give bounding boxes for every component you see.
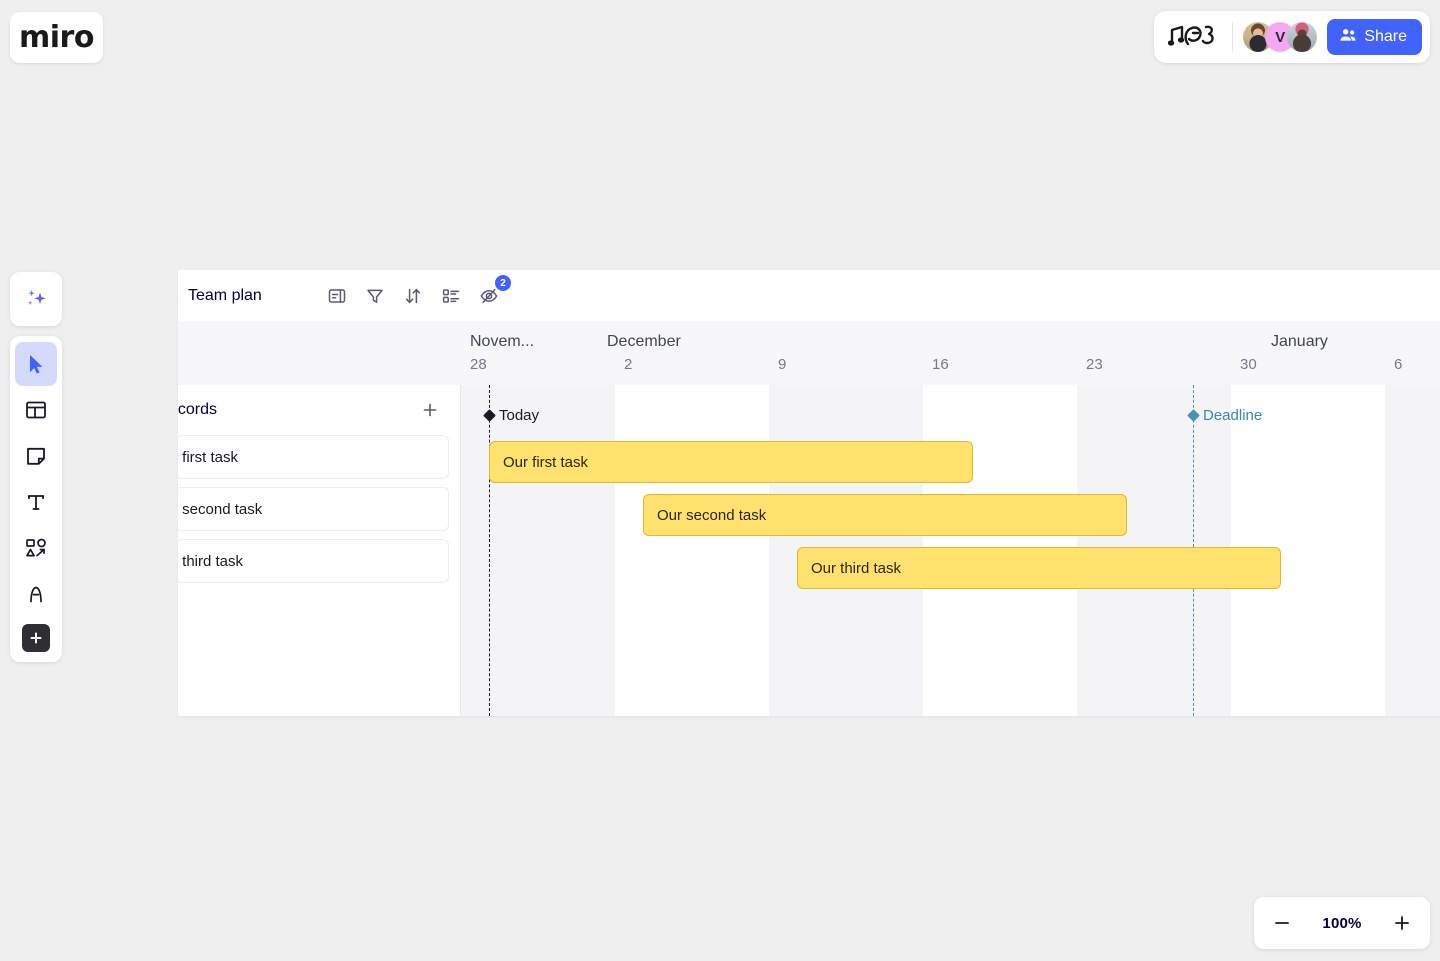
- list-item[interactable]: r first task: [178, 435, 449, 479]
- main-tool-rail: [10, 336, 62, 662]
- share-label: Share: [1364, 28, 1407, 45]
- add-record-button[interactable]: [420, 400, 440, 420]
- day-label: 6: [1394, 356, 1403, 373]
- gantt-bar[interactable]: Our third task: [797, 547, 1281, 589]
- grid-column: [1385, 385, 1440, 716]
- avatar-initial: V: [1275, 28, 1286, 46]
- shapes-icon[interactable]: [15, 526, 57, 570]
- scale-column: 6: [1385, 323, 1440, 385]
- text-icon[interactable]: [15, 480, 57, 524]
- record-label: r second task: [178, 500, 263, 518]
- people-icon: [1339, 26, 1357, 49]
- timeline-scale: Novem... 28 December 2 9 16 23 January 3…: [178, 323, 1440, 386]
- widget-header: Team plan 2: [178, 270, 1440, 323]
- scale-column: 23: [1077, 323, 1231, 385]
- widget-title: Team plan: [188, 287, 262, 304]
- scale-column: Novem... 28: [461, 323, 615, 385]
- avatar-group: V: [1243, 22, 1318, 52]
- record-label: r first task: [178, 448, 239, 466]
- zoom-control: 100%: [1254, 897, 1430, 949]
- avatar[interactable]: [1287, 22, 1318, 52]
- collaboration-bar: V Share: [1154, 11, 1430, 63]
- group-fields-icon[interactable]: [438, 283, 464, 309]
- grid-column: [461, 385, 615, 716]
- deadline-marker-label: Deadline: [1203, 407, 1263, 424]
- miro-wordmark: miro: [19, 19, 94, 55]
- zoom-out-button[interactable]: [1270, 911, 1294, 935]
- sticky-note-icon[interactable]: [15, 434, 57, 478]
- day-label: 16: [932, 356, 949, 373]
- list-item[interactable]: r second task: [178, 487, 449, 531]
- day-label: 28: [470, 356, 487, 373]
- filter-icon[interactable]: [362, 283, 388, 309]
- ai-tool-rail: [10, 272, 62, 326]
- scale-column: 16: [923, 323, 1077, 385]
- month-label: December: [607, 333, 681, 350]
- month-label: January: [1271, 333, 1328, 350]
- card-view-icon[interactable]: [324, 283, 350, 309]
- gantt-bar-label: Our third task: [811, 559, 902, 577]
- divider: [1232, 22, 1234, 52]
- records-title: ecords: [178, 401, 218, 418]
- day-label: 2: [624, 356, 633, 373]
- hide-fields-icon[interactable]: 2: [476, 275, 511, 309]
- records-pane: ecords r first task r second task r thir…: [178, 385, 461, 716]
- scale-column: 9: [769, 323, 923, 385]
- grid-column: [615, 385, 769, 716]
- gantt-chart: Today Deadline Our first task Our second…: [461, 385, 1440, 716]
- cursor-select-icon[interactable]: [15, 342, 57, 386]
- more-apps-plus-icon[interactable]: [22, 624, 50, 652]
- day-label: 30: [1240, 356, 1257, 373]
- hide-fields-badge: 2: [495, 275, 511, 291]
- day-label: 9: [778, 356, 787, 373]
- zoom-in-button[interactable]: [1390, 911, 1414, 935]
- timeline-widget: Team plan 2 Novem... 28 December 2 9 16 …: [178, 270, 1440, 716]
- miro-logo[interactable]: miro: [10, 12, 103, 63]
- widget-body: ecords r first task r second task r thir…: [178, 385, 1440, 716]
- zoom-level-label: 100%: [1322, 914, 1362, 932]
- pen-draw-icon[interactable]: [15, 572, 57, 616]
- music-notes-doodle-icon[interactable]: [1166, 20, 1222, 54]
- gantt-bar[interactable]: Our second task: [643, 494, 1127, 536]
- sparkle-ai-icon[interactable]: [15, 277, 57, 321]
- scale-column: January 30: [1231, 323, 1385, 385]
- list-item[interactable]: r third task: [178, 539, 449, 583]
- templates-frame-icon[interactable]: [15, 388, 57, 432]
- scale-column: December 2: [607, 323, 769, 385]
- sort-icon[interactable]: [400, 283, 426, 309]
- today-marker-line: [489, 385, 490, 716]
- scale-left-pad: [178, 323, 461, 385]
- widget-toolbar: 2: [324, 275, 511, 309]
- gantt-bar[interactable]: Our first task: [489, 441, 973, 483]
- record-label: r third task: [178, 552, 244, 570]
- share-button[interactable]: Share: [1327, 19, 1422, 55]
- gantt-bar-label: Our first task: [503, 453, 589, 471]
- gantt-bar-label: Our second task: [657, 506, 767, 524]
- scale-columns: Novem... 28 December 2 9 16 23 January 3…: [461, 323, 1440, 385]
- month-label: Novem...: [470, 333, 535, 350]
- today-marker-label: Today: [499, 407, 540, 424]
- day-label: 23: [1086, 356, 1103, 373]
- records-header: ecords: [178, 385, 460, 435]
